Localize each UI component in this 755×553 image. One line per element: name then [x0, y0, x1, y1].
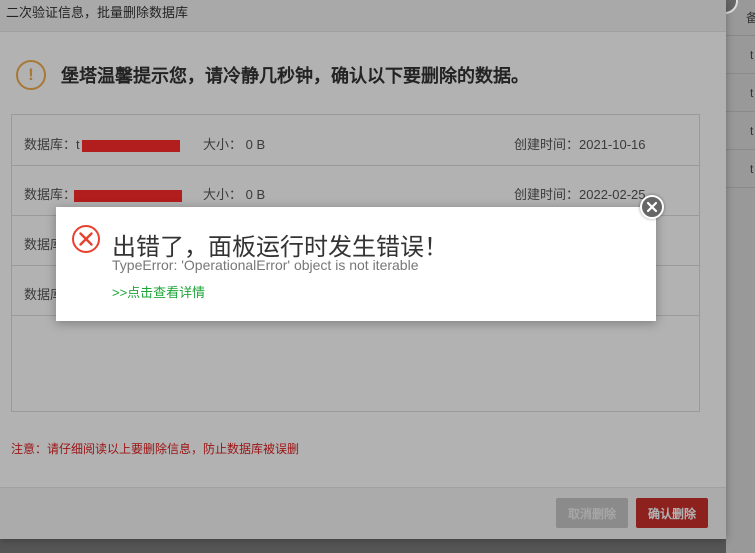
background-table-strip: 备 t t t t — [726, 0, 755, 553]
error-detail-link[interactable]: >>点击查看详情 — [112, 282, 205, 301]
background-table-cell: t — [726, 112, 755, 150]
background-table-cell: t — [726, 74, 755, 112]
close-icon[interactable] — [640, 195, 664, 219]
error-message: TypeError: 'OperationalError' object is … — [112, 257, 419, 273]
error-x-icon — [71, 224, 100, 253]
error-popup: 出错了，面板运行时发生错误！ TypeError: 'OperationalEr… — [56, 195, 664, 321]
background-table-cell: t — [726, 36, 755, 74]
background-table-cell: t — [726, 150, 755, 188]
